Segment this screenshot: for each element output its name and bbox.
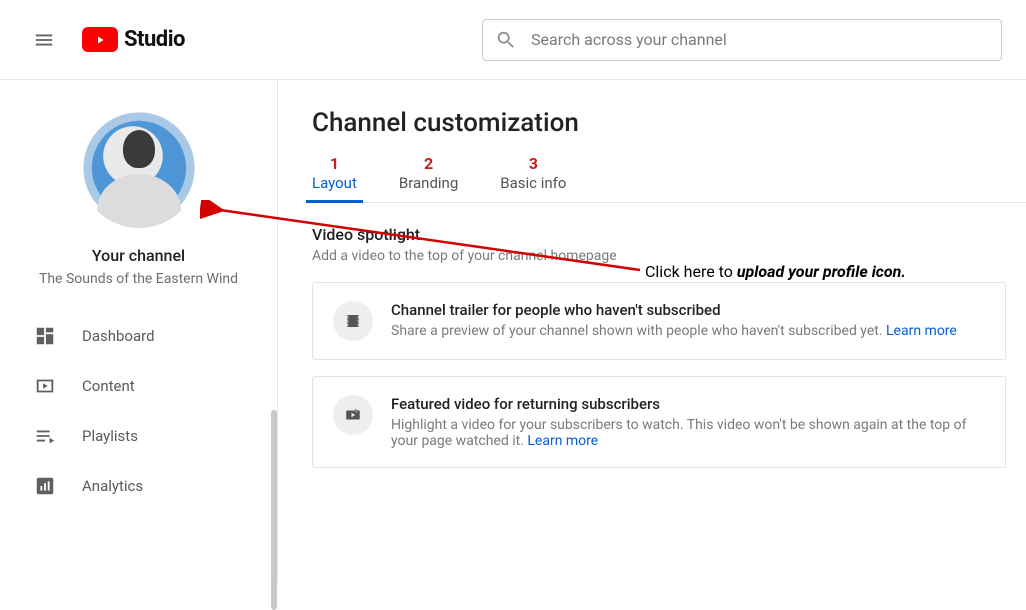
sidebar-item-content[interactable]: Content xyxy=(0,361,277,411)
sidebar-item-playlists[interactable]: Playlists xyxy=(0,411,277,461)
featured-video-icon xyxy=(333,395,373,435)
tab-annotation-number: 3 xyxy=(529,156,538,172)
tab-layout[interactable]: 1 Layout xyxy=(312,156,357,202)
sidebar-scrollbar[interactable] xyxy=(271,410,277,610)
your-channel-label: Your channel xyxy=(92,246,185,265)
menu-button[interactable] xyxy=(24,20,64,60)
sidebar: Your channel The Sounds of the Eastern W… xyxy=(0,80,278,583)
sidebar-item-analytics[interactable]: Analytics xyxy=(0,461,277,511)
annotation-text: Click here to upload your profile icon. xyxy=(645,262,906,281)
tab-label: Basic info xyxy=(500,174,566,192)
analytics-icon xyxy=(34,475,56,497)
sidebar-item-label: Analytics xyxy=(82,477,143,495)
learn-more-link[interactable]: Learn more xyxy=(527,433,598,449)
main-content: Channel customization 1 Layout 2 Brandin… xyxy=(278,80,1026,583)
tabs: 1 Layout 2 Branding 3 Basic info xyxy=(312,156,1026,203)
card-featured-video[interactable]: Featured video for returning subscribers… xyxy=(312,376,1006,468)
studio-logo[interactable]: Studio xyxy=(82,27,185,52)
card-title: Featured video for returning subscribers xyxy=(391,395,985,413)
card-channel-trailer[interactable]: Channel trailer for people who haven't s… xyxy=(312,282,1006,360)
learn-more-link[interactable]: Learn more xyxy=(886,323,957,339)
tab-label: Branding xyxy=(399,174,458,192)
card-subtitle: Share a preview of your channel shown wi… xyxy=(391,323,957,339)
channel-name: The Sounds of the Eastern Wind xyxy=(39,271,238,287)
film-icon xyxy=(333,301,373,341)
playlists-icon xyxy=(34,425,56,447)
logo-text: Studio xyxy=(124,27,185,52)
tab-annotation-number: 1 xyxy=(330,156,339,172)
card-subtitle: Highlight a video for your subscribers t… xyxy=(391,417,985,449)
content-icon xyxy=(34,375,56,397)
tab-branding[interactable]: 2 Branding xyxy=(399,156,458,202)
dashboard-icon xyxy=(34,325,56,347)
search-icon xyxy=(495,29,517,51)
sidebar-item-label: Playlists xyxy=(82,427,138,445)
search-placeholder: Search across your channel xyxy=(531,30,727,49)
section-title: Video spotlight xyxy=(312,225,1026,244)
youtube-logo-icon xyxy=(82,27,118,52)
sidebar-item-label: Content xyxy=(82,377,135,395)
channel-avatar[interactable] xyxy=(79,108,199,228)
sidebar-item-label: Dashboard xyxy=(82,327,155,345)
page-title: Channel customization xyxy=(312,108,1026,138)
search-input[interactable]: Search across your channel xyxy=(482,19,1002,61)
tab-label: Layout xyxy=(312,174,357,192)
hamburger-icon xyxy=(33,29,55,51)
tab-annotation-number: 2 xyxy=(424,156,433,172)
card-title: Channel trailer for people who haven't s… xyxy=(391,301,957,319)
tab-basic-info[interactable]: 3 Basic info xyxy=(500,156,566,202)
sidebar-item-dashboard[interactable]: Dashboard xyxy=(0,311,277,361)
